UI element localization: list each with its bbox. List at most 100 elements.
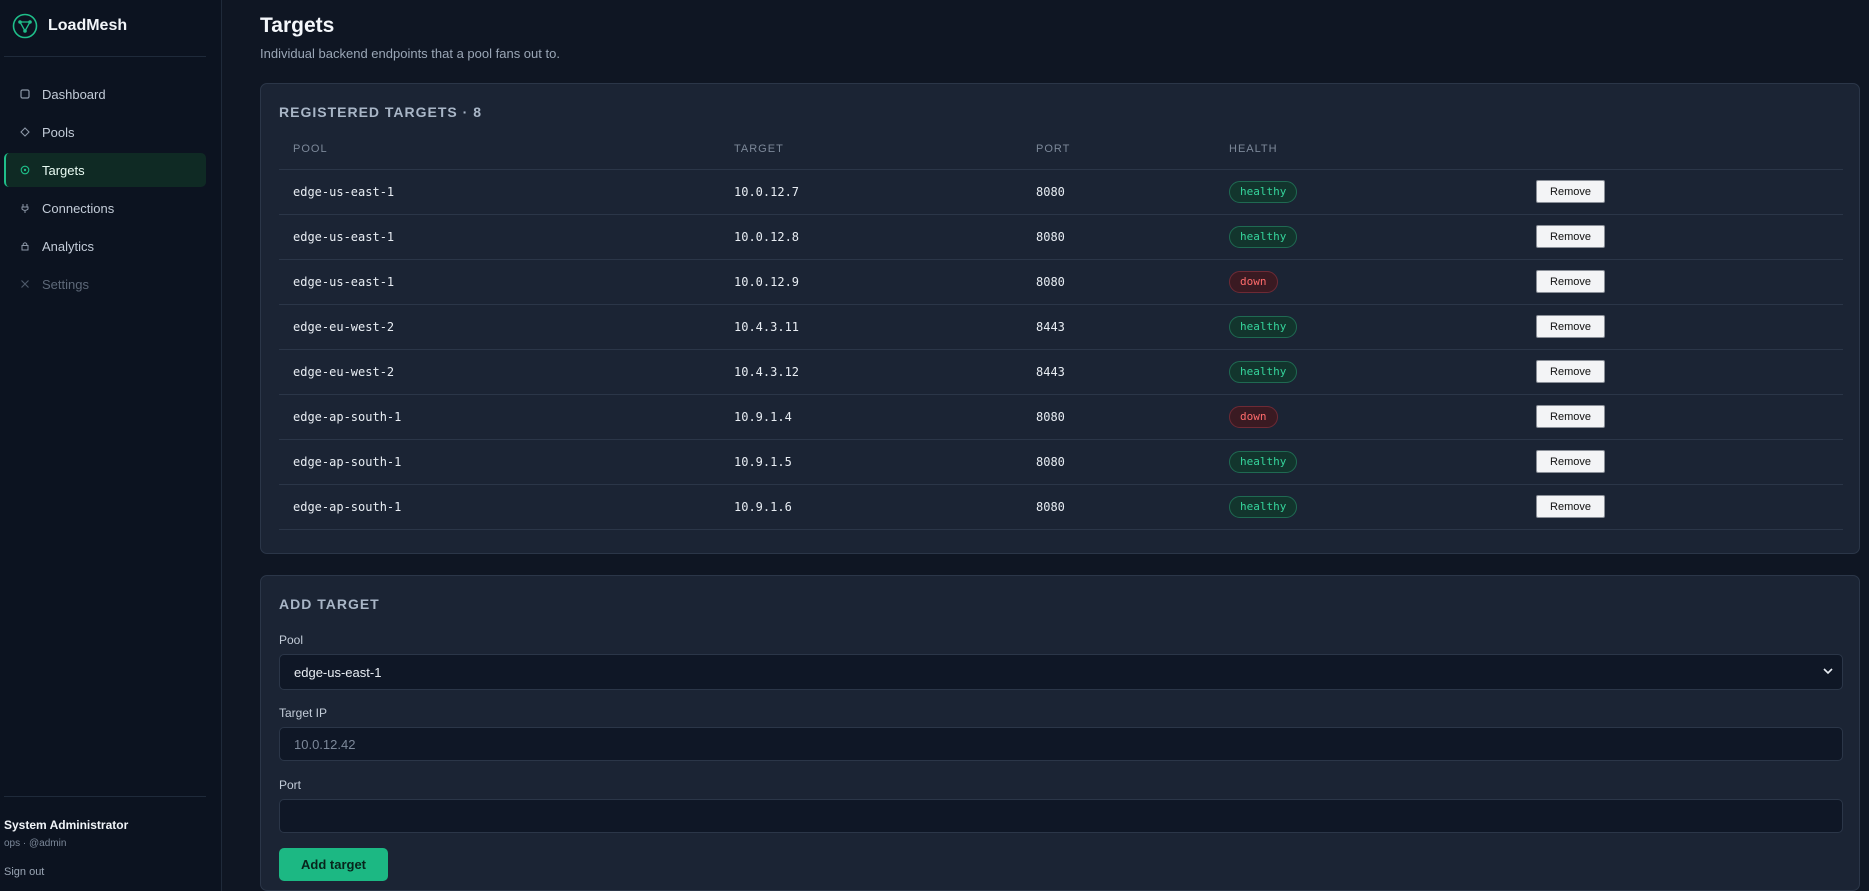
- cell-target: 10.4.3.12: [720, 349, 1022, 395]
- cell-actions: Remove: [1522, 484, 1843, 530]
- sidebar-item-pools[interactable]: Pools: [4, 115, 206, 149]
- add-target-card: ADD TARGET Pool edge-us-east-1 Target IP…: [260, 575, 1860, 891]
- card-heading: ADD TARGET: [279, 596, 380, 612]
- sidebar-item-label: Analytics: [42, 238, 95, 254]
- target-ip-input[interactable]: 10.0.12.42: [279, 727, 1843, 761]
- column-header-port: PORT: [1022, 129, 1215, 170]
- table-row: edge-us-east-1 10.0.12.9 8080 down Remov…: [279, 259, 1843, 305]
- target-ip-label: Target IP: [279, 706, 328, 720]
- cell-port: 8443: [1022, 349, 1215, 395]
- cell-health: down: [1215, 394, 1522, 440]
- cell-port: 8080: [1022, 394, 1215, 440]
- table-row: edge-eu-west-2 10.4.3.12 8443 healthy Re…: [279, 349, 1843, 395]
- sidebar-nav: Dashboard Pools Targets Connections Anal…: [4, 77, 206, 305]
- table-row: edge-ap-south-1 10.9.1.4 8080 down Remov…: [279, 394, 1843, 440]
- sidebar-item-label: Settings: [42, 276, 89, 292]
- cell-target: 10.0.12.8: [720, 214, 1022, 260]
- cell-port: 8080: [1022, 259, 1215, 305]
- table-row: edge-ap-south-1 10.9.1.5 8080 healthy Re…: [279, 439, 1843, 485]
- remove-button[interactable]: Remove: [1536, 405, 1605, 428]
- sidebar-item-label: Targets: [42, 162, 85, 178]
- health-badge: down: [1229, 270, 1278, 293]
- remove-button[interactable]: Remove: [1536, 270, 1605, 293]
- cell-health: healthy: [1215, 439, 1522, 485]
- sidebar-item-dashboard[interactable]: Dashboard: [4, 77, 206, 111]
- cell-pool: edge-us-east-1: [279, 169, 720, 215]
- brand[interactable]: LoadMesh: [12, 13, 127, 39]
- cell-target: 10.9.1.6: [720, 484, 1022, 530]
- cell-target: 10.0.12.9: [720, 259, 1022, 305]
- remove-button[interactable]: Remove: [1536, 315, 1605, 338]
- cell-actions: Remove: [1522, 349, 1843, 395]
- cell-health: healthy: [1215, 349, 1522, 395]
- remove-button[interactable]: Remove: [1536, 360, 1605, 383]
- cell-actions: Remove: [1522, 214, 1843, 260]
- page-title: Targets: [260, 14, 335, 37]
- pool-select[interactable]: edge-us-east-1: [279, 654, 1843, 690]
- cell-target: 10.4.3.11: [720, 304, 1022, 350]
- user-meta: ops · @admin: [4, 838, 67, 849]
- pool-select-value: edge-us-east-1: [294, 664, 382, 680]
- user-name: System Administrator: [4, 818, 129, 832]
- divider: [4, 796, 206, 797]
- lock-icon: [18, 239, 32, 253]
- port-input[interactable]: [279, 799, 1843, 833]
- diamond-icon: [18, 125, 32, 139]
- divider: [4, 56, 206, 57]
- health-badge: healthy: [1229, 360, 1298, 383]
- page-subtitle: Individual backend endpoints that a pool…: [260, 46, 560, 61]
- cell-port: 8080: [1022, 169, 1215, 215]
- cell-pool: edge-ap-south-1: [279, 484, 720, 530]
- square-icon: [18, 87, 32, 101]
- targets-table: POOL TARGET PORT HEALTH edge-us-east-1 1…: [279, 129, 1843, 530]
- tools-icon: [18, 277, 32, 291]
- cell-port: 8080: [1022, 214, 1215, 260]
- cell-port: 8080: [1022, 484, 1215, 530]
- target-icon: [18, 163, 32, 177]
- cell-actions: Remove: [1522, 439, 1843, 485]
- app-name: LoadMesh: [48, 17, 128, 34]
- target-ip-placeholder: 10.0.12.42: [294, 736, 356, 752]
- health-badge: healthy: [1229, 315, 1298, 338]
- port-label: Port: [279, 778, 302, 792]
- sidebar-item-targets[interactable]: Targets: [4, 153, 206, 187]
- sidebar-item-settings[interactable]: Settings: [4, 267, 206, 301]
- cell-health: healthy: [1215, 304, 1522, 350]
- cell-health: healthy: [1215, 214, 1522, 260]
- add-target-button[interactable]: Add target: [279, 848, 388, 881]
- column-header-pool: POOL: [279, 129, 720, 170]
- column-header-health: HEALTH: [1215, 129, 1522, 170]
- cell-actions: Remove: [1522, 394, 1843, 440]
- cell-actions: Remove: [1522, 304, 1843, 350]
- sidebar-item-analytics[interactable]: Analytics: [4, 229, 206, 263]
- sidebar-item-label: Connections: [42, 200, 115, 216]
- table-header-row: POOL TARGET PORT HEALTH: [279, 129, 1843, 170]
- cell-target: 10.9.1.5: [720, 439, 1022, 485]
- cell-target: 10.0.12.7: [720, 169, 1022, 215]
- cell-actions: Remove: [1522, 169, 1843, 215]
- registered-targets-card: REGISTERED TARGETS · 8 POOL TARGET PORT …: [260, 83, 1860, 554]
- cell-pool: edge-eu-west-2: [279, 304, 720, 350]
- health-badge: healthy: [1229, 495, 1298, 518]
- sidebar-item-connections[interactable]: Connections: [4, 191, 206, 225]
- column-header-actions: [1522, 129, 1843, 170]
- remove-button[interactable]: Remove: [1536, 225, 1605, 248]
- plug-icon: [18, 201, 32, 215]
- cell-pool: edge-us-east-1: [279, 259, 720, 305]
- cell-actions: Remove: [1522, 259, 1843, 305]
- health-badge: down: [1229, 405, 1278, 428]
- cell-port: 8080: [1022, 439, 1215, 485]
- cell-port: 8443: [1022, 304, 1215, 350]
- remove-button[interactable]: Remove: [1536, 450, 1605, 473]
- table-row: edge-us-east-1 10.0.12.7 8080 healthy Re…: [279, 169, 1843, 215]
- sign-out-link[interactable]: Sign out: [4, 866, 44, 878]
- health-badge: healthy: [1229, 450, 1298, 473]
- cell-pool: edge-eu-west-2: [279, 349, 720, 395]
- health-badge: healthy: [1229, 225, 1298, 248]
- cell-health: healthy: [1215, 169, 1522, 215]
- table-row: edge-ap-south-1 10.9.1.6 8080 healthy Re…: [279, 484, 1843, 530]
- remove-button[interactable]: Remove: [1536, 495, 1605, 518]
- cell-health: down: [1215, 259, 1522, 305]
- remove-button[interactable]: Remove: [1536, 180, 1605, 203]
- cell-pool: edge-ap-south-1: [279, 394, 720, 440]
